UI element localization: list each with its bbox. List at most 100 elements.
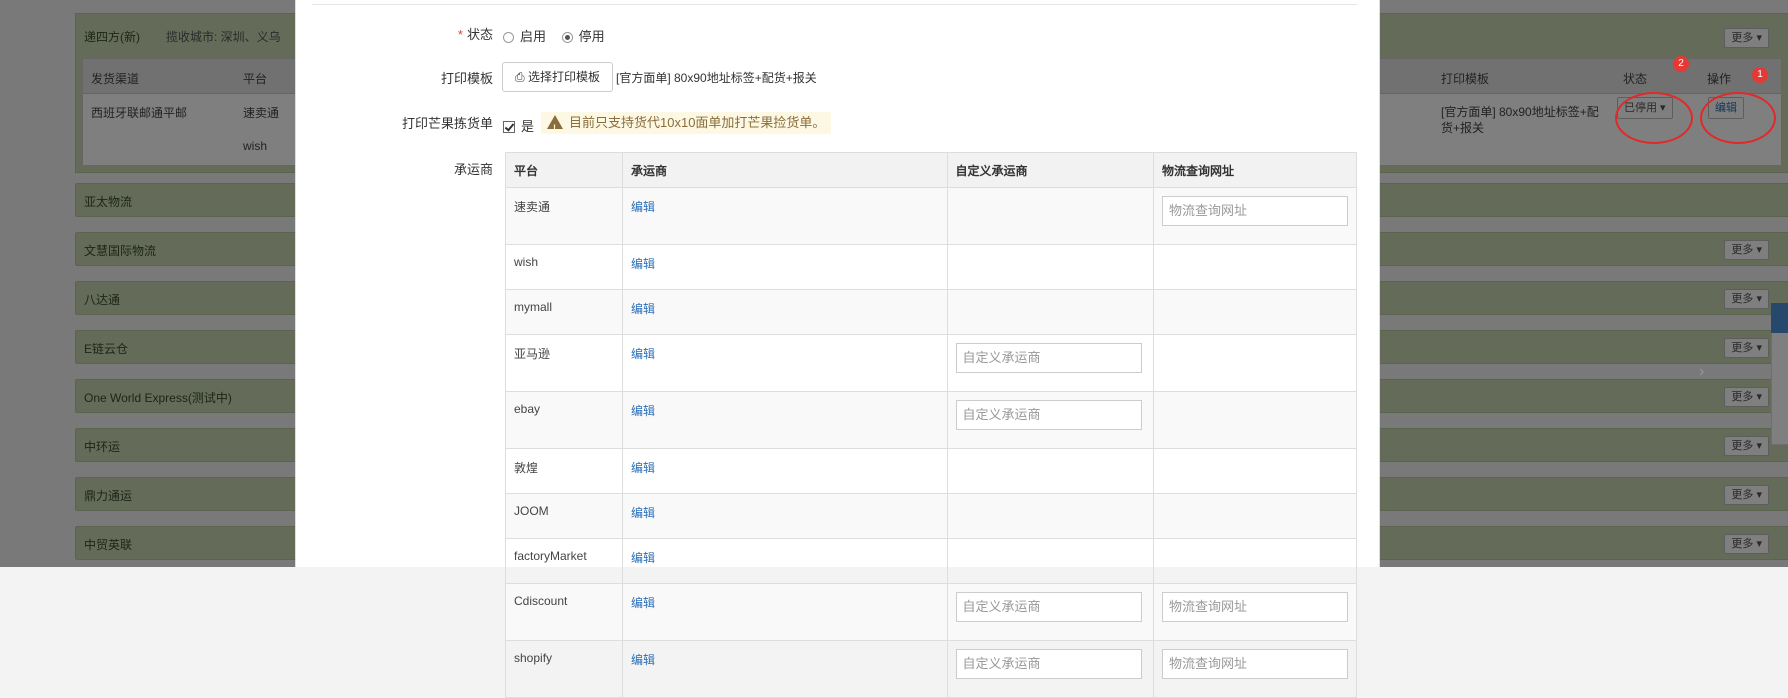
edit-carrier-link[interactable]: 编辑 [631,551,655,565]
platform-cell: mymall [505,289,623,335]
highlight-ring [1700,92,1776,144]
edit-carrier-link[interactable]: 编辑 [631,200,655,214]
platform-name: JOOM [514,504,549,518]
platform-cell: 速卖通 [505,187,623,245]
platform-cell: ebay [505,391,623,449]
carrier-row: JOOM 编辑 [505,493,1357,539]
custom-carrier-cell [946,538,1154,584]
modal-divider [312,0,1357,5]
platform-cell: wish [505,244,623,290]
platform-cell: 亚马逊 [505,334,623,392]
radio-enable-label[interactable]: 启用 [520,29,546,44]
edit-carrier-link[interactable]: 编辑 [631,596,655,610]
mango-pick-checkbox[interactable]: 是 [503,116,534,135]
tracking-url-input[interactable]: 物流查询网址 [1162,592,1348,622]
carrier-table: 平台 承运商 自定义承运商 物流查询网址 速卖通 编辑 物流查询网址 wish 编辑 my… [505,152,1357,698]
carrier-cell: 编辑 [621,640,948,698]
carrier-cell: 编辑 [621,244,948,290]
required-mark: * [457,27,463,42]
edit-channel-modal: * 状态 启用 停用 打印模板 ⎙ 选择打印模板 [官方面单] 80x90地址标签… [295,0,1704,698]
status-label-text: 状态 [466,27,493,42]
radio-disable[interactable]: 停用 [561,29,605,44]
platform-cell: shopify [505,640,623,698]
platform-name: shopify [514,651,553,665]
checkbox-icon[interactable] [503,121,515,133]
custom-carrier-input[interactable]: 自定义承运商 [955,343,1142,373]
carrier-row: ebay 编辑 自定义承运商 [505,391,1357,449]
tracking-url-cell [1153,538,1357,584]
carrier-table-header: 平台 承运商 自定义承运商 物流查询网址 [505,152,1357,188]
tracking-url-cell [1153,334,1357,392]
col-custom-carrier: 自定义承运商 [946,152,1154,188]
carrier-row: mymall 编辑 [505,289,1357,335]
platform-cell: factoryMarket [505,538,623,584]
custom-carrier-cell: 自定义承运商 [946,640,1154,698]
col-platform: 平台 [505,152,623,188]
mango-warning: ! 目前只支持货代10x10面单加打芒果捡货单。 [541,112,832,134]
platform-name: wish [514,255,539,269]
tracking-url-input[interactable]: 物流查询网址 [1162,649,1348,679]
tracking-url-cell [1153,493,1357,539]
platform-name: 亚马逊 [514,347,551,361]
custom-carrier-cell [946,493,1154,539]
carrier-row: Cdiscount 编辑 自定义承运商 物流查询网址 [505,583,1357,641]
col-carrier: 承运商 [621,152,948,188]
carrier-row: wish 编辑 [505,244,1357,290]
annotation-badge: 2 [1673,56,1689,72]
custom-carrier-cell: 自定义承运商 [946,583,1154,641]
radio-icon[interactable] [561,32,573,43]
radio-icon[interactable] [503,32,514,43]
chevron-right-icon[interactable]: › [1699,363,1704,381]
platform-name: factoryMarket [514,549,587,563]
custom-carrier-cell: 自定义承运商 [946,391,1154,449]
carrier-cell: 编辑 [621,391,948,449]
carrier-row: shopify 编辑 自定义承运商 物流查询网址 [505,640,1357,698]
edit-carrier-link[interactable]: 编辑 [631,653,655,667]
radio-enable[interactable]: 启用 [503,29,546,44]
checkbox-label[interactable]: 是 [521,119,534,134]
carrier-cell: 编辑 [621,538,948,584]
custom-carrier-cell [946,187,1154,245]
edit-carrier-link[interactable]: 编辑 [631,257,655,271]
carrier-row: 亚马逊 编辑 自定义承运商 [505,334,1357,392]
annotation-badge: 1 [1752,67,1768,83]
carrier-label: 承运商 [453,162,493,177]
carrier-cell: 编辑 [621,289,948,335]
carrier-cell: 编辑 [621,187,948,245]
select-template-label: 选择打印模板 [527,70,600,84]
select-template-button[interactable]: ⎙ 选择打印模板 [502,62,613,92]
tracking-url-input[interactable]: 物流查询网址 [1162,196,1348,226]
highlight-ring [1615,92,1693,144]
platform-name: 敦煌 [514,461,539,475]
edit-carrier-link[interactable]: 编辑 [631,404,655,418]
custom-carrier-input[interactable]: 自定义承运商 [955,592,1142,622]
radio-disable-label[interactable]: 停用 [579,29,605,44]
edit-carrier-link[interactable]: 编辑 [631,347,655,361]
print-template-label: 打印模板 [440,71,493,86]
tracking-url-cell: 物流查询网址 [1153,640,1357,698]
tracking-url-cell [1153,244,1357,290]
tracking-url-cell: 物流查询网址 [1153,583,1357,641]
platform-name: ebay [514,402,541,416]
carrier-row: factoryMarket 编辑 [505,538,1357,584]
status-radio-group: 启用 停用 [503,26,605,45]
carrier-row: 速卖通 编辑 物流查询网址 [505,187,1357,245]
platform-cell: Cdiscount [505,583,623,641]
custom-carrier-input[interactable]: 自定义承运商 [955,400,1142,430]
tracking-url-cell: 物流查询网址 [1153,187,1357,245]
edit-carrier-link[interactable]: 编辑 [631,461,655,475]
custom-carrier-cell [946,448,1154,494]
edit-carrier-link[interactable]: 编辑 [631,302,655,316]
platform-cell: JOOM [505,493,623,539]
carrier-cell: 编辑 [621,448,948,494]
col-tracking-url: 物流查询网址 [1153,152,1357,188]
custom-carrier-cell [946,244,1154,290]
carrier-cell: 编辑 [621,493,948,539]
custom-carrier-cell [946,289,1154,335]
platform-name: 速卖通 [514,200,551,214]
status-label: * 状态 [458,24,493,43]
mango-pick-label: 打印芒果拣货单 [401,116,493,131]
edit-carrier-link[interactable]: 编辑 [631,506,655,520]
carrier-cell: 编辑 [621,583,948,641]
custom-carrier-input[interactable]: 自定义承运商 [955,649,1142,679]
